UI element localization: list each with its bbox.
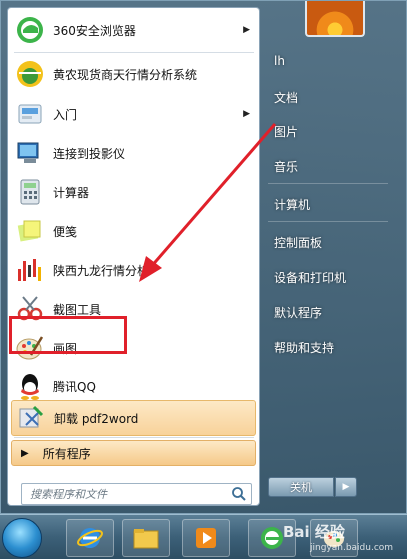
right-item-documents[interactable]: 文档 <box>268 85 396 109</box>
getting-started-icon <box>18 104 42 124</box>
right-item-computer[interactable]: 计算机 <box>268 192 396 216</box>
uninstall-icon <box>19 405 44 428</box>
submenu-arrow-icon: ▶ <box>243 25 250 35</box>
right-item-pictures[interactable]: 图片 <box>268 119 396 143</box>
program-label: 卸载 pdf2word <box>54 411 139 426</box>
start-button[interactable] <box>2 518 42 558</box>
right-item-devices-printers[interactable]: 设备和打印机 <box>268 265 396 289</box>
folder-icon <box>133 529 159 549</box>
program-item-sticky-notes[interactable]: 便笺 <box>11 213 256 249</box>
program-label: 黄农现货商天行情分析系统 <box>53 67 198 82</box>
program-item-qq[interactable]: 腾讯QQ <box>11 368 256 404</box>
program-label: 便笺 <box>53 224 78 239</box>
program-label: 腾讯QQ <box>53 379 96 394</box>
program-item-projector[interactable]: 连接到投影仪 <box>11 135 256 171</box>
market-system-icon <box>17 61 43 87</box>
chart-icon <box>18 259 41 281</box>
taskbar: Bai 经验 jingyan.baidu.com <box>0 514 407 559</box>
taskbar-media-player[interactable] <box>182 519 230 557</box>
program-item-market-system[interactable]: 黄农现货商天行情分析系统 <box>11 56 256 92</box>
right-item-user[interactable]: lh <box>268 49 396 73</box>
submenu-arrow-icon: ▶ <box>243 109 250 119</box>
sticky-notes-icon <box>17 220 41 242</box>
program-label: 入门 <box>53 107 78 122</box>
right-item-music[interactable]: 音乐 <box>268 154 396 178</box>
watermark-url: jingyan.baidu.com <box>310 543 394 553</box>
search-icon[interactable] <box>231 486 247 502</box>
qq-icon <box>21 374 39 400</box>
divider <box>268 183 388 184</box>
program-item-calculator[interactable]: 计算器 <box>11 174 256 210</box>
program-label: 截图工具 <box>53 302 102 317</box>
user-avatar[interactable] <box>305 1 365 37</box>
search-placeholder: 搜索程序和文件 <box>30 488 107 501</box>
annotation-highlight-box <box>9 316 127 354</box>
divider <box>14 437 254 438</box>
divider <box>14 52 254 53</box>
360-browser-icon <box>17 17 43 43</box>
triangle-right-icon: ▶ <box>21 447 29 459</box>
right-item-control-panel[interactable]: 控制面板 <box>268 230 396 254</box>
shutdown-options-button[interactable]: ▶ <box>335 477 357 497</box>
program-label: 360安全浏览器 <box>53 23 136 38</box>
start-menu: 360安全浏览器 ▶ 黄农现货商天行情分析系统 入门 ▶ 连接到投影仪 计算器 … <box>0 0 407 514</box>
taskbar-ie[interactable] <box>66 519 114 557</box>
program-item-jiulong[interactable]: 陕西九龙行情分析 <box>11 252 256 288</box>
watermark-logo: Bai 经验 <box>283 523 345 541</box>
taskbar-explorer[interactable] <box>122 519 170 557</box>
shutdown-button[interactable]: 关机 <box>268 477 334 497</box>
program-item-uninstall-pdf2word[interactable]: 卸载 pdf2word <box>11 400 256 436</box>
program-label: 陕西九龙行情分析 <box>53 263 150 278</box>
all-programs-button[interactable]: ▶ 所有程序 <box>11 440 256 466</box>
program-item-360-browser[interactable]: 360安全浏览器 ▶ <box>11 12 256 48</box>
calculator-icon <box>20 179 40 205</box>
360-browser-icon <box>261 527 283 549</box>
media-player-icon <box>196 528 216 548</box>
right-item-help-support[interactable]: 帮助和支持 <box>268 335 396 359</box>
internet-explorer-icon <box>77 528 103 548</box>
program-label: 连接到投影仪 <box>53 146 126 161</box>
search-input[interactable]: 搜索程序和文件 <box>21 483 252 505</box>
programs-pane: 360安全浏览器 ▶ 黄农现货商天行情分析系统 入门 ▶ 连接到投影仪 计算器 … <box>7 7 260 506</box>
all-programs-label: 所有程序 <box>42 446 91 461</box>
program-label: 计算器 <box>53 185 90 200</box>
projector-icon <box>17 142 39 163</box>
divider <box>268 221 388 222</box>
right-item-default-programs[interactable]: 默认程序 <box>268 300 396 324</box>
program-item-getting-started[interactable]: 入门 ▶ <box>11 96 256 132</box>
